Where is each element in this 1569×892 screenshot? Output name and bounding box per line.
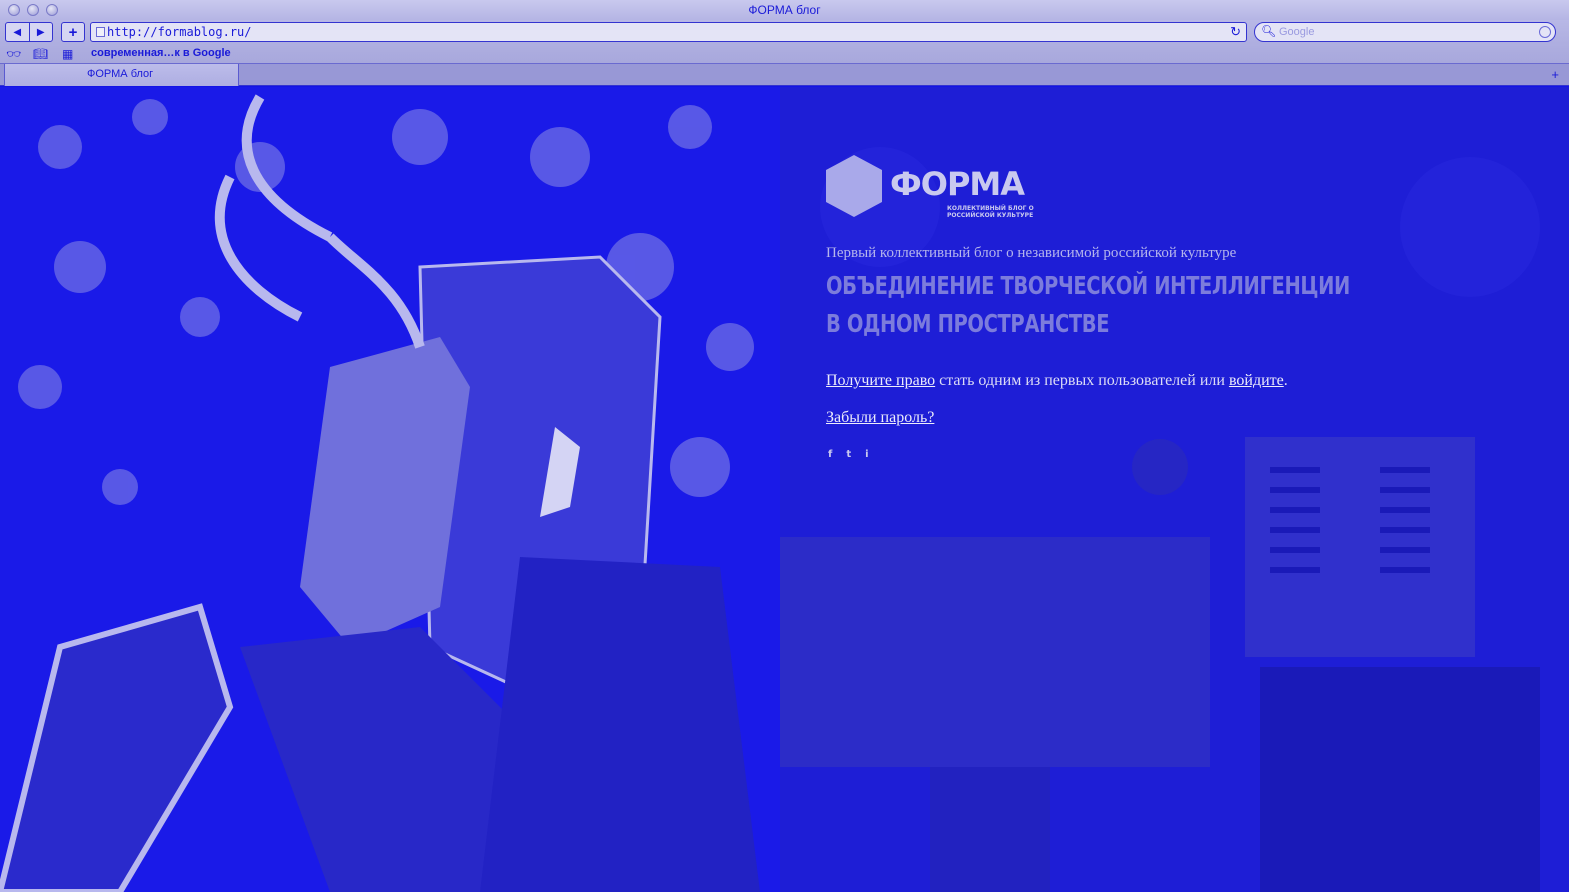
search-clear-icon[interactable]: [1539, 26, 1551, 38]
headline-line-1: ОБЪЕДИНЕНИЕ ТВОРЧЕСКОЙ ИНТЕЛЛИГЕНЦИИ: [826, 271, 1350, 300]
tab-label: ФОРМА блог: [87, 68, 154, 80]
forward-button[interactable]: ▶: [28, 23, 53, 41]
hexagon-logo-icon: [826, 155, 882, 217]
reading-list-icon[interactable]: 👓︎: [6, 47, 21, 61]
favicon-icon: [96, 27, 105, 37]
instagram-icon[interactable]: i: [865, 449, 868, 460]
forgot-password-link[interactable]: Забыли пароль?: [826, 409, 934, 427]
hero-photo-left: [0, 87, 780, 892]
nav-buttons: ◀ ▶: [5, 22, 53, 42]
invite-middle-text: стать одним из первых пользователей или: [935, 372, 1229, 389]
url-text[interactable]: http://formablog.ru/: [107, 25, 252, 39]
top-sites-icon[interactable]: ▦: [62, 47, 73, 61]
browser-toolbar: ◀ ▶ + http://formablog.ru/ ↻ 🔍︎: [0, 20, 1569, 44]
get-access-link[interactable]: Получите право: [826, 372, 935, 389]
search-icon[interactable]: 🔍︎: [1261, 24, 1276, 38]
page-content: ФОРМА Коллективный блог о российской кул…: [0, 87, 1569, 892]
site-headline: ОБЪЕДИНЕНИЕ ТВОРЧЕСКОЙ ИНТЕЛЛИГЕНЦИИ В О…: [826, 267, 1350, 343]
site-logo[interactable]: ФОРМА Коллективный блог о российской кул…: [826, 155, 1034, 222]
window-title: ФОРМА блог: [748, 3, 821, 17]
tab-forma-blog[interactable]: ФОРМА блог: [4, 64, 239, 86]
invite-text: Получите право стать одним из первых пол…: [826, 372, 1288, 390]
bookmarks-bar: 👓︎ 📖︎ ▦ современная…к в Google: [0, 44, 1569, 64]
twitter-icon[interactable]: t: [846, 449, 851, 460]
window-titlebar: ФОРМА блог: [0, 0, 1569, 20]
reload-icon[interactable]: ↻: [1230, 24, 1241, 40]
search-field[interactable]: 🔍︎: [1254, 22, 1556, 42]
bookmark-link[interactable]: современная…к в Google: [91, 47, 231, 59]
social-links: f t i: [828, 449, 869, 460]
logo-text: ФОРМА: [890, 165, 1025, 203]
facebook-icon[interactable]: f: [828, 449, 832, 460]
bookmarks-icon[interactable]: 📖︎: [33, 47, 48, 61]
headline-line-2: В ОДНОМ ПРОСТРАНСТВЕ: [826, 309, 1110, 338]
tab-bar: ФОРМА блог +: [0, 64, 1569, 86]
back-button[interactable]: ◀: [6, 23, 29, 41]
login-link[interactable]: войдите: [1229, 372, 1284, 389]
new-tab-icon[interactable]: +: [1551, 67, 1559, 82]
add-bookmark-button[interactable]: +: [61, 22, 85, 42]
hero-photo-right: [780, 87, 1569, 892]
search-input[interactable]: [1279, 23, 1529, 41]
address-bar[interactable]: http://formablog.ru/ ↻: [90, 22, 1247, 42]
logo-subtitle: Коллективный блог о российской культуре: [947, 205, 1034, 219]
invite-end-text: .: [1283, 372, 1288, 389]
site-tagline: Первый коллективный блог о независимой р…: [826, 245, 1237, 261]
